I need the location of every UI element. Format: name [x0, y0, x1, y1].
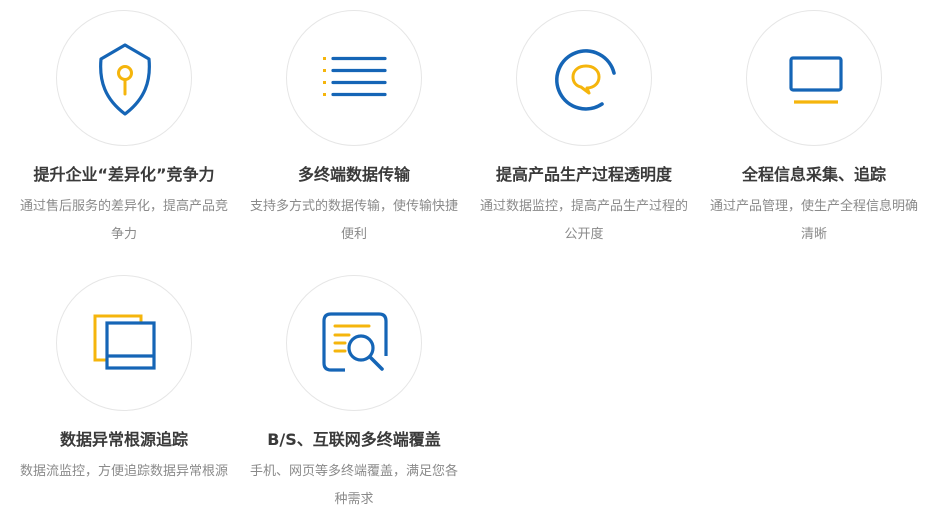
feature-card-transparency: 提高产品生产过程透明度 通过数据监控，提高产品生产过程的公开度 [469, 10, 699, 249]
icon-circle [56, 275, 192, 411]
feature-title: 提升企业“差异化”竞争力 [33, 165, 215, 184]
feature-title: 数据异常根源追踪 [59, 430, 188, 449]
feature-card-data-transfer: 多终端数据传输 支持多方式的数据传输，使传输快捷便利 [239, 10, 469, 249]
document-search-icon [322, 312, 388, 372]
feature-card-anomaly-tracing: 数据异常根源追踪 数据流监控，方便追踪数据异常根源 [9, 275, 239, 486]
feature-description: 数据流监控，方便追踪数据异常根源 [19, 464, 228, 479]
feature-description: 通过产品管理，使生产全程信息明确清晰 [709, 199, 918, 242]
feature-title: 提高产品生产过程透明度 [495, 165, 672, 184]
feature-description: 通过售后服务的差异化，提高产品竞争力 [19, 199, 228, 242]
icon-circle [516, 10, 652, 146]
feature-title: 多终端数据传输 [297, 165, 410, 184]
feature-description: 支持多方式的数据传输，使传输快捷便利 [249, 199, 458, 242]
feature-description: 手机、网页等多终端覆盖，满足您各种需求 [249, 464, 458, 507]
feature-card-multi-terminal: B/S、互联网多终端覆盖 手机、网页等多终端覆盖，满足您各种需求 [239, 275, 469, 514]
feature-card-differentiation: 提升企业“差异化”竞争力 通过售后服务的差异化，提高产品竞争力 [9, 10, 239, 249]
icon-circle [286, 10, 422, 146]
icon-circle [56, 10, 192, 146]
list-icon [323, 56, 387, 97]
icon-circle [286, 275, 422, 411]
stacked-windows-icon [93, 314, 156, 370]
shield-key-icon [99, 43, 151, 116]
feature-title: 全程信息采集、追踪 [741, 165, 886, 184]
feature-card-tracking: 全程信息采集、追踪 通过产品管理，使生产全程信息明确清晰 [699, 10, 928, 249]
feature-description: 通过数据监控，提高产品生产过程的公开度 [479, 199, 688, 242]
icon-circle [746, 10, 882, 146]
feature-title: B/S、互联网多终端覆盖 [267, 430, 441, 449]
chat-bubble-icon [555, 49, 616, 111]
monitor-icon [789, 56, 843, 104]
